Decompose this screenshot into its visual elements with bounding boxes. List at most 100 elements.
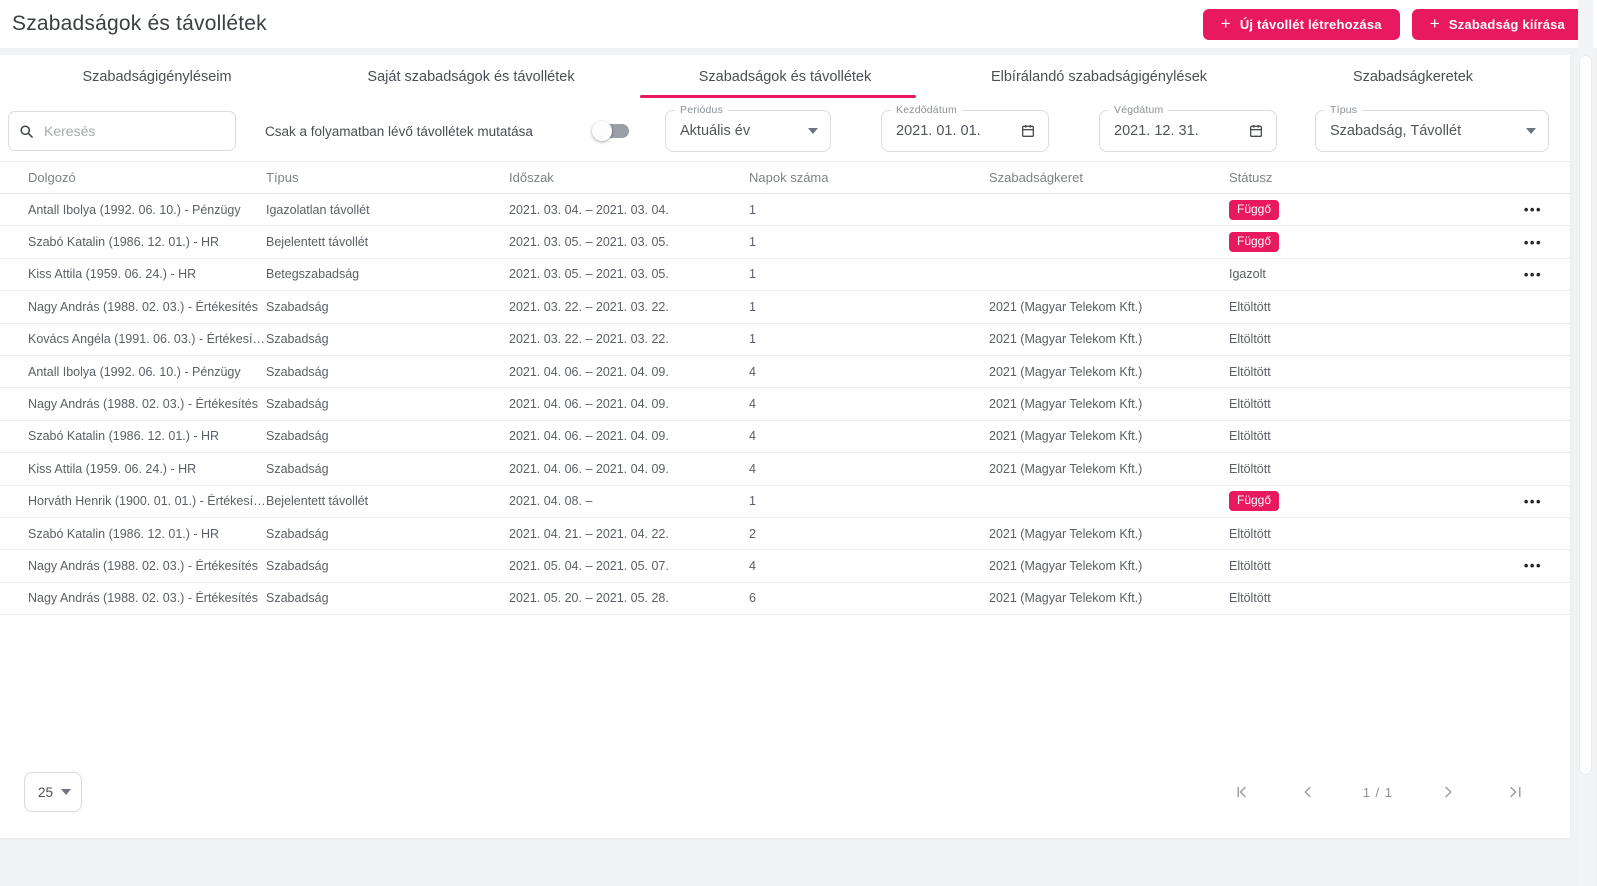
period-select-value: Aktuális év bbox=[680, 123, 751, 139]
status-badge: Függő bbox=[1229, 491, 1280, 512]
last-page-button[interactable] bbox=[1503, 781, 1524, 803]
tab-vacation-allowances[interactable]: Szabadságkeretek bbox=[1256, 55, 1570, 99]
cell-period: 2021. 04. 06. – 2021. 04. 09. bbox=[509, 364, 669, 379]
tab-own-vacations-absences[interactable]: Saját szabadságok és távollétek bbox=[314, 55, 628, 99]
filter-bar: Csak a folyamatban lévő távollétek mutat… bbox=[0, 99, 1570, 161]
scrollbar-thumb[interactable] bbox=[1579, 55, 1592, 775]
table-row[interactable]: Nagy András (1988. 02. 03.) - Értékesíté… bbox=[0, 550, 1570, 583]
toggle-knob bbox=[592, 121, 612, 141]
page-size-select[interactable]: 25 bbox=[24, 772, 82, 812]
table-row[interactable]: Antall Ibolya (1992. 06. 10.) - Pénzügy … bbox=[0, 194, 1570, 227]
cell-period: 2021. 04. 06. – 2021. 04. 09. bbox=[509, 397, 669, 412]
cell-period: 2021. 04. 06. – 2021. 04. 09. bbox=[509, 461, 669, 476]
cell-employee: Szabó Katalin (1986. 12. 01.) - HR bbox=[28, 235, 220, 250]
cell-type: Szabadság bbox=[266, 461, 329, 476]
cell-allowance: 2021 (Magyar Telekom Kft.) bbox=[989, 591, 1143, 606]
cell-period: 2021. 05. 04. – 2021. 05. 07. bbox=[509, 558, 669, 573]
tab-my-vacation-requests[interactable]: Szabadságigényléseim bbox=[0, 55, 314, 99]
cell-employee: Kiss Attila (1959. 06. 24.) - HR bbox=[28, 267, 197, 282]
start-date-label: Kezdődátum bbox=[891, 104, 962, 116]
calendar-icon[interactable] bbox=[1020, 123, 1036, 139]
status-badge: Függő bbox=[1229, 199, 1280, 220]
cell-status: Eltöltött bbox=[1229, 527, 1469, 541]
row-more-options-button[interactable]: ••• bbox=[1522, 556, 1544, 575]
row-more-options-button[interactable]: ••• bbox=[1522, 265, 1544, 284]
table-row[interactable]: Antall Ibolya (1992. 06. 10.) - Pénzügy … bbox=[0, 356, 1570, 389]
cell-status: Függő bbox=[1229, 199, 1469, 220]
table-row[interactable]: Szabó Katalin (1986. 12. 01.) - HR Szaba… bbox=[0, 421, 1570, 454]
calendar-icon[interactable] bbox=[1248, 123, 1264, 139]
tab-requests-to-review[interactable]: Elbírálandó szabadságigénylések bbox=[942, 55, 1256, 99]
cell-days: 6 bbox=[749, 591, 756, 606]
cell-allowance: 2021 (Magyar Telekom Kft.) bbox=[989, 526, 1143, 541]
previous-page-button[interactable] bbox=[1297, 781, 1319, 803]
col-header-type: Típus bbox=[266, 170, 299, 185]
cell-type: Szabadság bbox=[266, 591, 329, 606]
start-date-value: 2021. 01. 01. bbox=[896, 123, 981, 139]
cell-status: Eltöltött bbox=[1229, 397, 1469, 411]
table-row[interactable]: Nagy András (1988. 02. 03.) - Értékesíté… bbox=[0, 291, 1570, 324]
type-select-value: Szabadság, Távollét bbox=[1330, 123, 1462, 139]
in-progress-toggle[interactable] bbox=[592, 121, 629, 141]
table-row[interactable]: Szabó Katalin (1986. 12. 01.) - HR Bejel… bbox=[0, 226, 1570, 259]
cell-status: Függő bbox=[1229, 491, 1469, 512]
cell-days: 4 bbox=[749, 461, 756, 476]
table-row[interactable]: Szabó Katalin (1986. 12. 01.) - HR Szaba… bbox=[0, 518, 1570, 551]
cell-days: 1 bbox=[749, 202, 756, 217]
cell-allowance: 2021 (Magyar Telekom Kft.) bbox=[989, 299, 1143, 314]
cell-employee: Szabó Katalin (1986. 12. 01.) - HR bbox=[28, 429, 220, 444]
tab-vacations-absences[interactable]: Szabadságok és távollétek bbox=[628, 55, 942, 99]
cell-status: Eltöltött bbox=[1229, 462, 1469, 476]
top-bar: Szabadságok és távollétek + Új távollét … bbox=[0, 0, 1597, 48]
caret-down-icon bbox=[1526, 128, 1536, 134]
table-row[interactable]: Nagy András (1988. 02. 03.) - Értékesíté… bbox=[0, 388, 1570, 421]
start-date-field[interactable]: Kezdődátum 2021. 01. 01. bbox=[881, 104, 1049, 152]
cell-period: 2021. 03. 05. – 2021. 03. 05. bbox=[509, 267, 669, 282]
cell-period: 2021. 04. 21. – 2021. 04. 22. bbox=[509, 526, 669, 541]
cell-period: 2021. 03. 22. – 2021. 03. 22. bbox=[509, 299, 669, 314]
status-text: Eltöltött bbox=[1229, 461, 1271, 476]
end-date-field[interactable]: Végdátum 2021. 12. 31. bbox=[1099, 104, 1277, 152]
cell-days: 1 bbox=[749, 235, 756, 250]
status-text: Igazolt bbox=[1229, 267, 1266, 282]
cell-employee: Horváth Henrik (1900. 01. 01.) - Értékes… bbox=[28, 494, 266, 509]
cell-type: Szabadság bbox=[266, 299, 329, 314]
main-card: Szabadságigényléseim Saját szabadságok é… bbox=[0, 55, 1570, 838]
next-page-button[interactable] bbox=[1437, 781, 1459, 803]
plus-icon: + bbox=[1220, 14, 1231, 33]
new-absence-button[interactable]: + Új távollét létrehozása bbox=[1202, 8, 1400, 40]
cell-type: Igazolatlan távollét bbox=[266, 202, 370, 217]
table-row[interactable]: Kiss Attila (1959. 06. 24.) - HR Szabads… bbox=[0, 453, 1570, 486]
table-row[interactable]: Nagy András (1988. 02. 03.) - Értékesíté… bbox=[0, 583, 1570, 616]
cell-status: Eltöltött bbox=[1229, 591, 1469, 605]
post-vacation-button[interactable]: + Szabadság kiírása bbox=[1411, 8, 1583, 40]
post-vacation-button-label: Szabadság kiírása bbox=[1448, 16, 1565, 32]
row-more-options-button[interactable]: ••• bbox=[1522, 200, 1544, 219]
search-input[interactable] bbox=[42, 122, 227, 140]
cell-type: Szabadság bbox=[266, 397, 329, 412]
vertical-scrollbar[interactable] bbox=[1578, 0, 1593, 886]
type-select-label: Típus bbox=[1325, 104, 1363, 116]
row-more-options-button[interactable]: ••• bbox=[1522, 492, 1544, 511]
table-row[interactable]: Kovács Angéla (1991. 06. 03.) - Értékesí… bbox=[0, 324, 1570, 356]
cell-period: 2021. 03. 22. – 2021. 03. 22. bbox=[509, 332, 669, 347]
cell-allowance: 2021 (Magyar Telekom Kft.) bbox=[989, 429, 1143, 444]
table-row[interactable]: Horváth Henrik (1900. 01. 01.) - Értékes… bbox=[0, 486, 1570, 518]
cell-status: Eltöltött bbox=[1229, 332, 1469, 346]
caret-down-icon bbox=[808, 128, 818, 134]
first-page-button[interactable] bbox=[1231, 781, 1253, 803]
cell-type: Szabadság bbox=[266, 526, 329, 541]
cell-employee: Nagy András (1988. 02. 03.) - Értékesíté… bbox=[28, 591, 258, 606]
status-text: Eltöltött bbox=[1229, 364, 1271, 379]
cell-type: Bejelentett távollét bbox=[266, 494, 369, 509]
cell-days: 4 bbox=[749, 397, 756, 412]
row-more-options-button[interactable]: ••• bbox=[1522, 233, 1544, 252]
col-header-employee: Dolgozó bbox=[28, 170, 76, 185]
plus-icon: + bbox=[1429, 14, 1440, 33]
table-header-row: Dolgozó Típus Időszak Napok száma Szabad… bbox=[0, 161, 1570, 194]
status-text: Eltöltött bbox=[1229, 526, 1271, 541]
type-select[interactable]: Típus Szabadság, Távollét bbox=[1315, 104, 1549, 152]
col-header-days: Napok száma bbox=[749, 170, 829, 185]
table-row[interactable]: Kiss Attila (1959. 06. 24.) - HR Betegsz… bbox=[0, 259, 1570, 292]
period-select[interactable]: Periódus Aktuális év bbox=[665, 104, 831, 152]
